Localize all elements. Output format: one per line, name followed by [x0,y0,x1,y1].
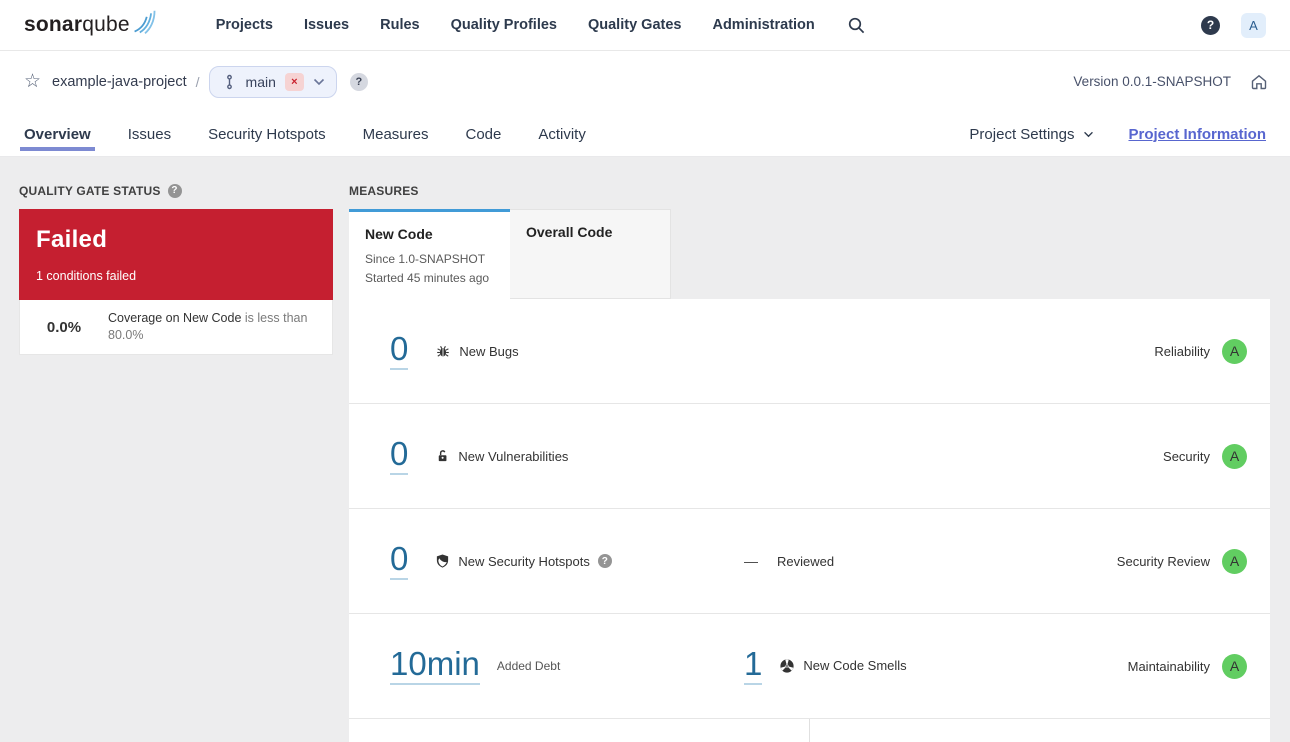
security-rating-badge: A [1222,443,1247,469]
reliability-rating-link[interactable]: Reliability A [1154,338,1270,364]
home-icon[interactable] [1250,73,1268,91]
lock-icon [435,448,450,464]
breadcrumb-right: Version 0.0.1-SNAPSHOT [1073,73,1268,91]
help-icon[interactable]: ? [1201,15,1220,35]
new-code-smells-measure: 1 New Code Smells [744,647,907,685]
measure-row-reliability: 0 New Bugs Reliability A [349,299,1270,404]
quality-gate-header: QUALITY GATE STATUS ? [19,183,333,198]
nav-item-administration[interactable]: Administration [712,17,814,33]
quality-gate-panel: QUALITY GATE STATUS ? Failed 1 condition… [19,183,333,742]
new-security-hotspots-label[interactable]: New Security Hotspots ? [435,553,612,569]
reviewed-empty-value: — [744,553,758,569]
logo-text: sonarqube [24,13,130,36]
tab-security-hotspots[interactable]: Security Hotspots [208,112,326,156]
new-vulnerabilities-label[interactable]: New Vulnerabilities [435,448,568,464]
tab-issues[interactable]: Issues [128,112,171,156]
nav-item-quality-gates[interactable]: Quality Gates [588,17,681,33]
measures-bottom-row [349,719,1270,742]
project-version: Version 0.0.1-SNAPSHOT [1073,74,1231,89]
measure-row-security-review: 0 New Security Hotspots ? — Reviewed Sec… [349,509,1270,614]
coverage-box [349,719,810,742]
security-review-rating-link[interactable]: Security Review A [1117,548,1270,574]
hotspots-help-icon[interactable]: ? [597,554,612,568]
reviewed-measure: — Reviewed [744,553,834,569]
branch-help-icon[interactable]: ? [349,72,368,91]
tab-new-code[interactable]: New Code Since 1.0-SNAPSHOT Started 45 m… [349,209,510,299]
chevron-down-icon [1084,131,1094,137]
new-bugs-count[interactable]: 0 [390,332,409,370]
overview-content: QUALITY GATE STATUS ? Failed 1 condition… [0,157,1290,742]
breadcrumb-separator: / [195,73,200,90]
tab-overall-code[interactable]: Overall Code [510,209,671,299]
bug-icon [435,343,451,359]
new-code-smells-label[interactable]: New Code Smells [779,658,907,674]
project-tabs: Overview Issues Security Hotspots Measur… [20,112,586,156]
new-vulnerabilities-count[interactable]: 0 [390,437,409,475]
favorite-star-icon[interactable]: ☆ [24,72,41,91]
new-code-smells-count[interactable]: 1 [744,647,763,685]
new-code-started: Started 45 minutes ago [365,271,490,286]
avatar[interactable]: A [1241,12,1266,38]
tabsbar-right: Project Settings Project Information [969,126,1266,143]
branch-clear-icon[interactable]: × [284,72,304,91]
measure-row-maintainability: 10min Added Debt 1 New Code Smells Maint… [349,614,1270,719]
project-information-link[interactable]: Project Information [1128,126,1266,143]
nav-item-quality-profiles[interactable]: Quality Profiles [451,17,557,33]
project-breadcrumb-bar: ☆ example-java-project / main × ? Versio… [0,51,1290,112]
quality-gate-status: Failed [36,226,108,253]
security-rating-link[interactable]: Security A [1163,443,1270,469]
tab-overview[interactable]: Overview [20,112,95,156]
measures-panel: MEASURES New Code Since 1.0-SNAPSHOT Sta… [349,183,1270,742]
nav-item-issues[interactable]: Issues [304,17,349,33]
project-settings-dropdown[interactable]: Project Settings [969,126,1094,143]
new-code-since: Since 1.0-SNAPSHOT [365,252,486,266]
quality-gate-conditions-summary: 1 conditions failed [36,269,137,283]
nav-item-rules[interactable]: Rules [380,17,420,33]
sonarqube-logo[interactable]: sonarqube [24,10,158,37]
maintainability-rating-link[interactable]: Maintainability A [1128,653,1270,679]
maintainability-rating-badge: A [1222,653,1247,679]
code-smell-icon [779,658,795,674]
measures-tabs: New Code Since 1.0-SNAPSHOT Started 45 m… [349,209,1270,299]
duplications-box [810,719,1270,742]
top-navigation-bar: sonarqube Projects Issues Rules Quality … [0,0,1290,51]
quality-gate-help-icon[interactable]: ? [167,183,182,198]
quality-gate-status-banner: Failed 1 conditions failed [19,209,333,300]
measures-header: MEASURES [349,183,419,198]
branch-selector[interactable]: main × [208,65,337,98]
tab-activity[interactable]: Activity [538,112,586,156]
added-debt-label: Added Debt [496,659,561,673]
failed-condition-row[interactable]: 0.0% Coverage on New Code is less than 8… [19,300,333,355]
main-nav-items: Projects Issues Rules Quality Profiles Q… [216,17,815,33]
breadcrumb-project-name[interactable]: example-java-project [52,74,187,90]
condition-value: 0.0% [46,318,82,336]
security-review-rating-badge: A [1222,548,1247,574]
project-tabs-bar: Overview Issues Security Hotspots Measur… [0,112,1290,157]
reviewed-label[interactable]: Reviewed [777,554,834,569]
tab-code[interactable]: Code [465,112,501,156]
tab-measures[interactable]: Measures [363,112,429,156]
search-icon[interactable] [848,17,865,34]
added-debt-value[interactable]: 10min [390,647,480,685]
chevron-down-icon [313,78,325,86]
shield-icon [435,553,450,569]
logo-waves-icon [132,9,158,35]
topnav-right-actions: ? A [1201,12,1266,38]
condition-description: Coverage on New Code is less than 80.0% [108,311,308,342]
branch-name: main [245,73,276,90]
new-security-hotspots-count[interactable]: 0 [390,542,409,580]
reliability-rating-badge: A [1222,338,1247,364]
nav-item-projects[interactable]: Projects [216,17,273,33]
branch-icon [222,74,237,90]
measures-body: 0 New Bugs Reliability A 0 New Vulnerabi… [349,299,1270,742]
measure-row-security: 0 New Vulnerabilities Security A [349,404,1270,509]
new-bugs-label[interactable]: New Bugs [435,343,519,359]
